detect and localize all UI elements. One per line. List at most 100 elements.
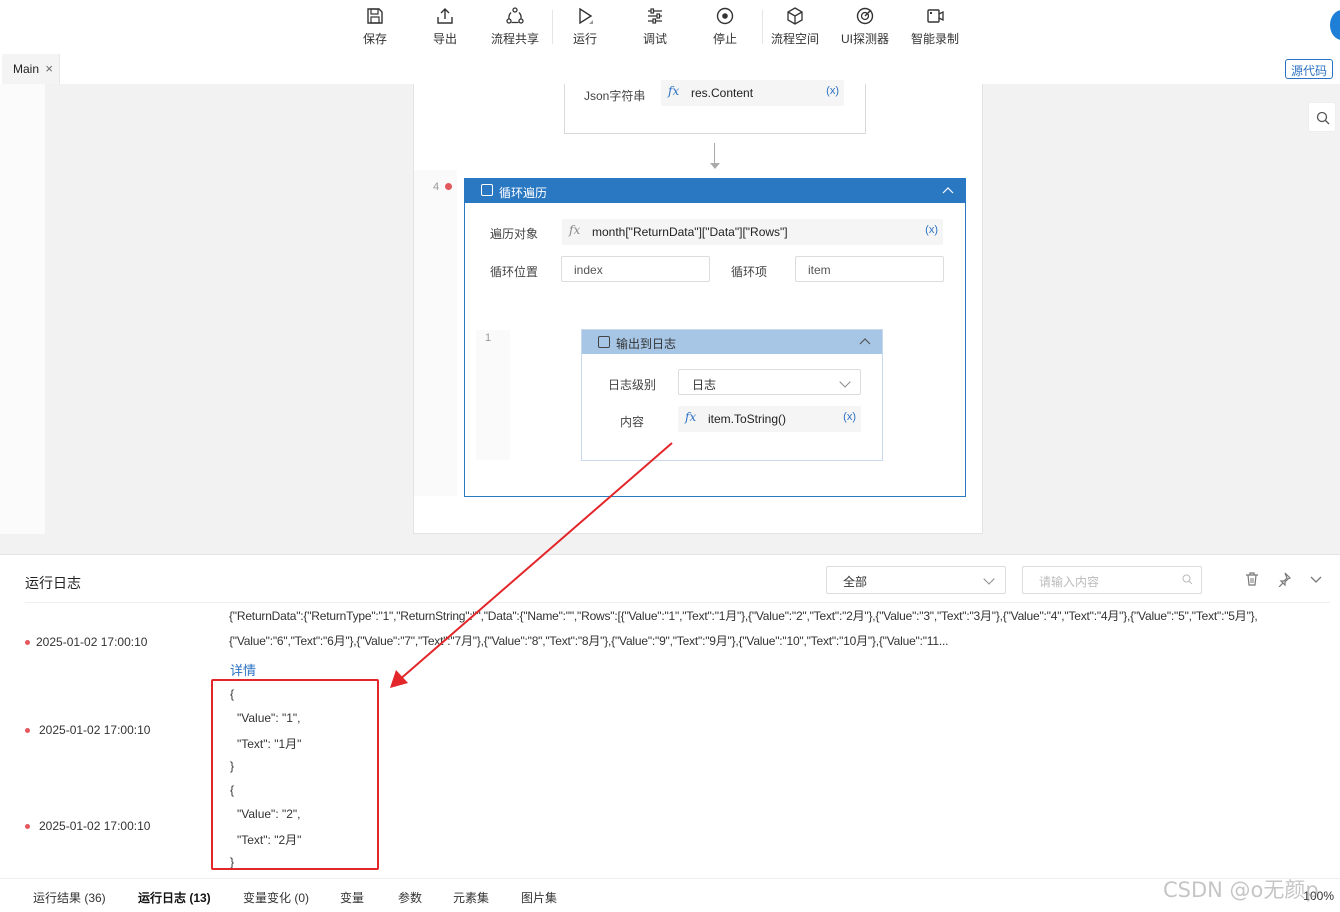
toolbar-divider bbox=[552, 10, 553, 44]
log-status-dot bbox=[25, 640, 30, 645]
tab-parameters[interactable]: 参数 bbox=[398, 889, 422, 906]
loop-card-header[interactable]: 循环遍历 bbox=[465, 179, 965, 203]
log-row-time: 2025-01-02 17:00:10 bbox=[36, 635, 148, 649]
log-level-label: 日志级别 bbox=[608, 378, 657, 392]
loop-position-input[interactable]: index bbox=[561, 256, 710, 282]
nested-line-gutter bbox=[476, 330, 510, 460]
space-label: 流程空间 bbox=[770, 32, 819, 46]
stop-icon bbox=[716, 7, 734, 25]
json-string-label: Json字符串 bbox=[584, 89, 646, 103]
log-message-line: {"ReturnData":{"ReturnType":"1","ReturnS… bbox=[229, 609, 1258, 623]
pin-icon[interactable] bbox=[1276, 571, 1292, 587]
output-log-title: 输出到日志 bbox=[616, 337, 677, 351]
canvas-search-button[interactable] bbox=[1308, 102, 1336, 132]
log-row-time: 2025-01-02 17:00:10 bbox=[39, 819, 151, 833]
log-content-value: item.ToString() bbox=[708, 412, 787, 426]
log-row-time: 2025-01-02 17:00:10 bbox=[39, 723, 151, 737]
tab-images[interactable]: 图片集 bbox=[521, 889, 557, 906]
export-icon bbox=[437, 8, 453, 24]
output-log-header[interactable]: 输出到日志 bbox=[582, 330, 882, 354]
line-number: 4 bbox=[433, 181, 440, 193]
chevron-up-icon[interactable] bbox=[858, 335, 872, 349]
log-status-dot bbox=[25, 728, 30, 733]
iter-object-value: month["ReturnData"]["Data"]["Rows"] bbox=[592, 225, 788, 239]
log-level-value: 日志 bbox=[692, 378, 717, 392]
log-filter-value: 全部 bbox=[843, 575, 868, 589]
log-search-input[interactable]: 请输入内容 bbox=[1022, 566, 1202, 594]
log-status-dot bbox=[25, 824, 30, 829]
play-icon bbox=[579, 7, 593, 25]
loop-icon bbox=[481, 184, 493, 196]
fx-icon: fx bbox=[668, 84, 680, 98]
record-button[interactable]: 智能录制 bbox=[905, 6, 965, 48]
debug-label: 调试 bbox=[642, 32, 667, 46]
breakpoint-dot[interactable] bbox=[445, 183, 452, 190]
chevron-down-icon bbox=[839, 376, 851, 388]
toolbar: 保存 导出 流程共享 运行 调试 停止 流程空间 UI探测器 智能录制 bbox=[0, 0, 1340, 52]
json-parse-card[interactable]: Json字符串 fx res.Content (x) bbox=[564, 80, 866, 134]
save-button[interactable]: 保存 bbox=[345, 6, 405, 48]
run-label: 运行 bbox=[572, 32, 597, 46]
loop-title: 循环遍历 bbox=[499, 186, 548, 200]
fx-icon: fx bbox=[569, 223, 581, 237]
camera-icon bbox=[927, 9, 944, 23]
log-level-select[interactable]: 日志 bbox=[678, 369, 861, 395]
save-icon bbox=[367, 8, 383, 24]
debug-button[interactable]: 调试 bbox=[625, 6, 685, 48]
log-content-label: 内容 bbox=[620, 415, 645, 429]
run-button[interactable]: 运行 bbox=[555, 6, 615, 48]
log-content-expression[interactable]: fx item.ToString() (x) bbox=[678, 406, 861, 432]
tab-run-log[interactable]: 运行日志 (13) bbox=[138, 889, 211, 906]
panel-divider bbox=[25, 602, 1330, 603]
probe-icon bbox=[856, 7, 874, 25]
panel-title: 运行日志 bbox=[25, 575, 81, 591]
tab-elements[interactable]: 元素集 bbox=[453, 889, 489, 906]
log-filter-select[interactable]: 全部 bbox=[826, 566, 1006, 594]
iter-object-expression[interactable]: fx month["ReturnData"]["Data"]["Rows"] (… bbox=[562, 219, 943, 245]
trash-icon[interactable] bbox=[1244, 571, 1260, 587]
json-string-value: res.Content bbox=[691, 86, 754, 100]
avatar[interactable] bbox=[1330, 10, 1340, 40]
share-icon bbox=[506, 7, 524, 24]
cube-icon bbox=[787, 7, 803, 25]
stop-button[interactable]: 停止 bbox=[695, 6, 755, 48]
variable-picker-icon[interactable]: (x) bbox=[925, 224, 938, 236]
canvas-left-gutter bbox=[0, 84, 45, 534]
export-button[interactable]: 导出 bbox=[415, 6, 475, 48]
loop-item-input[interactable]: item bbox=[795, 256, 944, 282]
chevron-down-icon[interactable] bbox=[1308, 571, 1324, 587]
chevron-up-icon[interactable] bbox=[941, 184, 955, 198]
output-log-card[interactable]: 输出到日志 日志级别 日志 内容 fx item.ToString() (x) bbox=[581, 329, 883, 461]
flow-connector-arrow bbox=[710, 163, 720, 169]
log-icon bbox=[598, 336, 610, 348]
tab-main-label: Main bbox=[13, 62, 40, 76]
space-button[interactable]: 流程空间 bbox=[765, 6, 825, 48]
source-code-button[interactable]: 源代码 bbox=[1284, 59, 1333, 79]
fx-icon: fx bbox=[685, 410, 697, 424]
export-label: 导出 bbox=[432, 32, 457, 46]
search-icon bbox=[1182, 574, 1193, 585]
share-button[interactable]: 流程共享 bbox=[485, 6, 545, 48]
log-search-placeholder: 请输入内容 bbox=[1039, 575, 1100, 589]
tab-variables[interactable]: 变量 bbox=[340, 889, 364, 906]
json-string-expression[interactable]: fx res.Content (x) bbox=[661, 80, 844, 106]
tab-variable-changes[interactable]: 变量变化 (0) bbox=[243, 889, 309, 906]
toolbar-divider bbox=[762, 10, 763, 44]
tab-run-result[interactable]: 运行结果 (36) bbox=[33, 889, 106, 906]
annotation-highlight-box bbox=[211, 679, 379, 870]
log-message-line: {"Value":"6","Text":"6月"},{"Value":"7","… bbox=[229, 634, 949, 648]
ui-probe-button[interactable]: UI探测器 bbox=[835, 6, 895, 48]
loop-item-label: 循环项 bbox=[731, 265, 768, 279]
sliders-icon bbox=[648, 8, 662, 24]
details-link[interactable]: 详情 bbox=[230, 660, 256, 679]
variable-picker-icon[interactable]: (x) bbox=[826, 85, 839, 97]
tab-main[interactable]: Main × bbox=[2, 54, 60, 84]
save-label: 保存 bbox=[362, 32, 387, 46]
share-label: 流程共享 bbox=[490, 32, 539, 46]
chevron-down-icon bbox=[983, 573, 995, 585]
watermark-text: CSDN @o无颜p bbox=[1163, 878, 1319, 902]
variable-picker-icon[interactable]: (x) bbox=[843, 411, 856, 423]
ui-probe-label: UI探测器 bbox=[840, 32, 889, 46]
close-icon[interactable]: × bbox=[45, 61, 53, 76]
bottom-tab-bar: 运行结果 (36) 运行日志 (13) 变量变化 (0) 变量 参数 元素集 图… bbox=[0, 878, 1340, 912]
